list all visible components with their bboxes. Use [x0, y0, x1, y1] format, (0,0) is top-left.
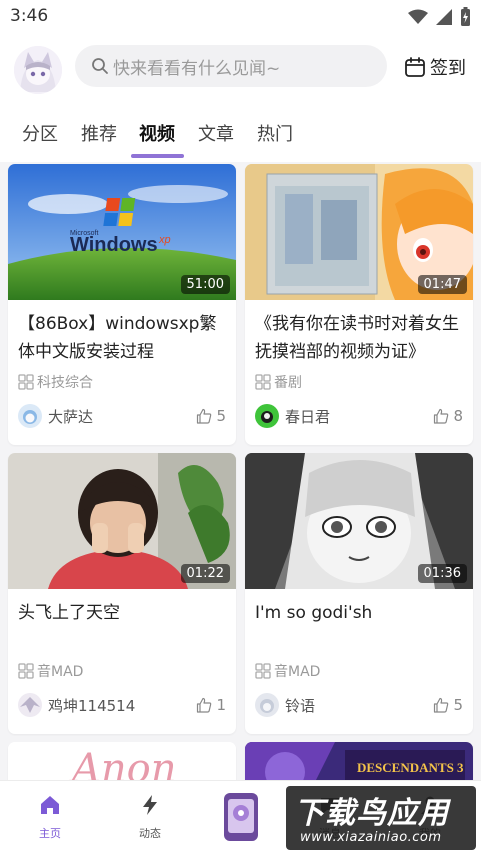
tab-videos[interactable]: 视频: [139, 120, 175, 146]
watermark: 下载鸟应用 www.xiazainiao.com: [286, 786, 476, 850]
video-category[interactable]: 科技综合: [18, 372, 93, 392]
user-avatar[interactable]: [14, 46, 62, 94]
video-thumbnail: Microsoft Windows xp 51:00: [8, 164, 236, 300]
like-button[interactable]: 5: [433, 696, 463, 714]
search-placeholder: 快来看看有什么见闻~: [113, 58, 281, 79]
calendar-icon: [405, 57, 425, 77]
video-title[interactable]: 头飞上了天空: [18, 599, 232, 627]
thumbs-up-icon: [197, 408, 212, 424]
category-grid-icon: [255, 374, 271, 390]
status-time: 3:46: [10, 6, 49, 26]
nav-home-label: 主页: [39, 827, 61, 840]
author-row: 铃语 5: [255, 693, 463, 717]
video-thumbnail: 01:36: [245, 453, 473, 589]
video-card[interactable]: 01:22 头飞上了天空 音MAD 鸡坤114514 1: [8, 453, 236, 734]
like-button[interactable]: 1: [196, 696, 226, 714]
video-title[interactable]: I'm so godi'sh: [255, 599, 469, 627]
thumbs-up-icon: [434, 697, 449, 713]
category-label: 番剧: [274, 375, 302, 391]
author-row: 大萨达 5: [18, 404, 226, 428]
video-card[interactable]: 01:36 I'm so godi'sh 音MAD 铃语 5: [245, 453, 473, 734]
thumbnail-logo-text: Windows: [70, 234, 158, 256]
author-row: 鸡坤114514 1: [18, 693, 226, 717]
author-name[interactable]: 铃语: [285, 695, 315, 716]
video-category[interactable]: 音MAD: [18, 661, 83, 681]
battery-icon: [461, 7, 470, 26]
like-count: 5: [216, 407, 226, 425]
video-thumbnail: 01:47: [245, 164, 473, 300]
video-card[interactable]: 01:47 《我有你在读书时对着女生抚摸裆部的视频为证》 番剧 春日君 8: [245, 164, 473, 445]
author-avatar[interactable]: [255, 404, 279, 428]
active-tab-indicator: [131, 154, 184, 158]
wifi-icon: [408, 9, 428, 24]
search-input[interactable]: 快来看看有什么见闻~: [75, 45, 387, 87]
category-grid-icon: [255, 663, 271, 679]
video-duration: 01:36: [417, 564, 467, 583]
like-button[interactable]: 5: [196, 407, 226, 425]
header: 快来看看有什么见闻~ 签到 分区 推荐 视频 文章 热门: [0, 34, 481, 162]
center-mascot-button[interactable]: [218, 789, 264, 845]
category-grid-icon: [18, 663, 34, 679]
author-avatar[interactable]: [18, 693, 42, 717]
search-icon: [92, 58, 108, 74]
category-grid-icon: [18, 374, 34, 390]
like-count: 8: [453, 407, 463, 425]
tab-recommend[interactable]: 推荐: [81, 120, 117, 146]
video-category[interactable]: 音MAD: [255, 661, 320, 681]
video-card[interactable]: Microsoft Windows xp 51:00 【86Box】window…: [8, 164, 236, 445]
category-tabs: 分区 推荐 视频 文章 热门: [0, 116, 481, 160]
nav-home[interactable]: 主页: [20, 793, 80, 841]
like-count: 5: [453, 696, 463, 714]
lightning-icon: [143, 795, 157, 815]
checkin-label: 签到: [430, 58, 466, 79]
video-title[interactable]: 《我有你在读书时对着女生抚摸裆部的视频为证》: [255, 310, 469, 366]
thumbs-up-icon: [197, 697, 212, 713]
like-count: 1: [216, 696, 226, 714]
category-label: 科技综合: [37, 375, 93, 391]
thumbnail-title-text: DESCENDANTS 3: [357, 760, 464, 775]
video-duration: 01:47: [417, 275, 467, 294]
video-thumbnail: 01:22: [8, 453, 236, 589]
author-name[interactable]: 鸡坤114514: [48, 695, 135, 716]
category-label: 音MAD: [37, 664, 84, 680]
author-avatar[interactable]: [255, 693, 279, 717]
category-label: 音MAD: [274, 664, 321, 680]
author-row: 春日君 8: [255, 404, 463, 428]
status-icons: [408, 7, 471, 27]
nav-activity-label: 动态: [139, 827, 161, 840]
video-duration: 51:00: [180, 275, 230, 294]
tab-hot[interactable]: 热门: [257, 120, 293, 146]
author-name[interactable]: 大萨达: [48, 406, 93, 427]
watermark-url: www.xiazainiao.com: [300, 830, 442, 845]
author-name[interactable]: 春日君: [285, 406, 330, 427]
home-icon: [41, 796, 59, 814]
tab-articles[interactable]: 文章: [198, 120, 234, 146]
checkin-button[interactable]: 签到: [404, 54, 466, 80]
thumbs-up-icon: [434, 408, 449, 424]
video-category[interactable]: 番剧: [255, 372, 302, 392]
nav-activity[interactable]: 动态: [120, 793, 180, 841]
like-button[interactable]: 8: [433, 407, 463, 425]
signal-icon: [436, 9, 452, 25]
tab-zones[interactable]: 分区: [22, 120, 58, 146]
author-avatar[interactable]: [18, 404, 42, 428]
video-duration: 01:22: [180, 564, 230, 583]
watermark-title: 下载鸟应用: [294, 796, 449, 831]
video-title[interactable]: 【86Box】windowsxp繁体中文版安装过程: [18, 310, 232, 366]
status-bar: 3:46: [0, 0, 481, 34]
thumbnail-logo-sub: xp: [159, 234, 171, 246]
